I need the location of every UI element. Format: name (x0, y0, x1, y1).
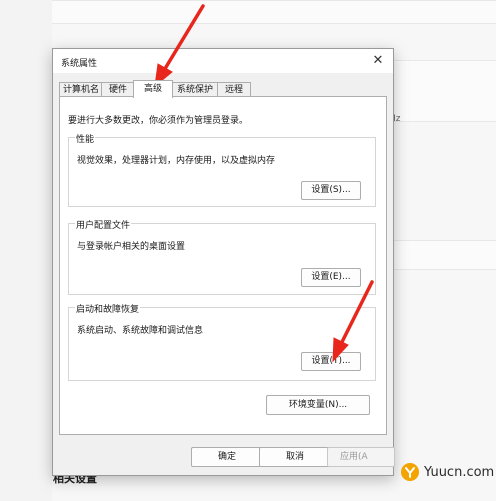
performance-group: 性能 视觉效果，处理器计划，内存使用，以及虚拟内存 设置(S)... (68, 132, 376, 207)
tab-remote[interactable]: 远程 (217, 82, 251, 97)
startup-recovery-title: 启动和故障恢复 (75, 302, 141, 315)
performance-title: 性能 (75, 132, 96, 145)
tab-computer-name[interactable]: 计算机名 (59, 82, 103, 97)
yuucn-logo-icon (401, 463, 419, 481)
ok-button[interactable]: 确定 (191, 447, 263, 467)
dialog-title: 系统属性 (61, 59, 98, 69)
watermark: Yuucn.com (400, 460, 494, 484)
user-profiles-description: 与登录帐户相关的桌面设置 (77, 242, 186, 252)
admin-note: 要进行大多数更改，你必须作为管理员登录。 (68, 116, 249, 126)
apply-button[interactable]: 应用(A (327, 447, 395, 467)
performance-description: 视觉效果，处理器计划，内存使用，以及虚拟内存 (77, 156, 276, 166)
performance-settings-button[interactable]: 设置(S)... (301, 181, 361, 200)
background-card (52, 0, 496, 24)
system-properties-dialog: 系统属性 ✕ 计算机名 硬件 高级 系统保护 远程 要进行大多数更改，你必须作为… (52, 48, 395, 476)
advanced-tab-panel: 要进行大多数更改，你必须作为管理员登录。 性能 视觉效果，处理器计划，内存使用，… (59, 96, 387, 435)
startup-recovery-settings-button[interactable]: 设置(T)... (301, 352, 361, 371)
tab-system-protection[interactable]: 系统保护 (171, 82, 219, 97)
startup-recovery-description: 系统启动、系统故障和调试信息 (77, 326, 204, 336)
user-profiles-title: 用户配置文件 (75, 218, 132, 231)
environment-variables-button[interactable]: 环境变量(N)... (266, 395, 370, 415)
user-profiles-group: 用户配置文件 与登录帐户相关的桌面设置 设置(E)... (68, 218, 376, 295)
watermark-text: Yuucn.com (424, 465, 495, 480)
startup-recovery-group: 启动和故障恢复 系统启动、系统故障和调试信息 设置(T)... (68, 302, 376, 381)
user-profiles-settings-button[interactable]: 设置(E)... (301, 268, 361, 287)
tab-hardware[interactable]: 硬件 (101, 82, 135, 97)
tab-advanced[interactable]: 高级 (133, 80, 173, 98)
close-icon[interactable]: ✕ (369, 52, 387, 70)
cancel-button[interactable]: 取消 (259, 447, 331, 467)
dialog-titlebar[interactable]: 系统属性 ✕ (53, 49, 393, 73)
